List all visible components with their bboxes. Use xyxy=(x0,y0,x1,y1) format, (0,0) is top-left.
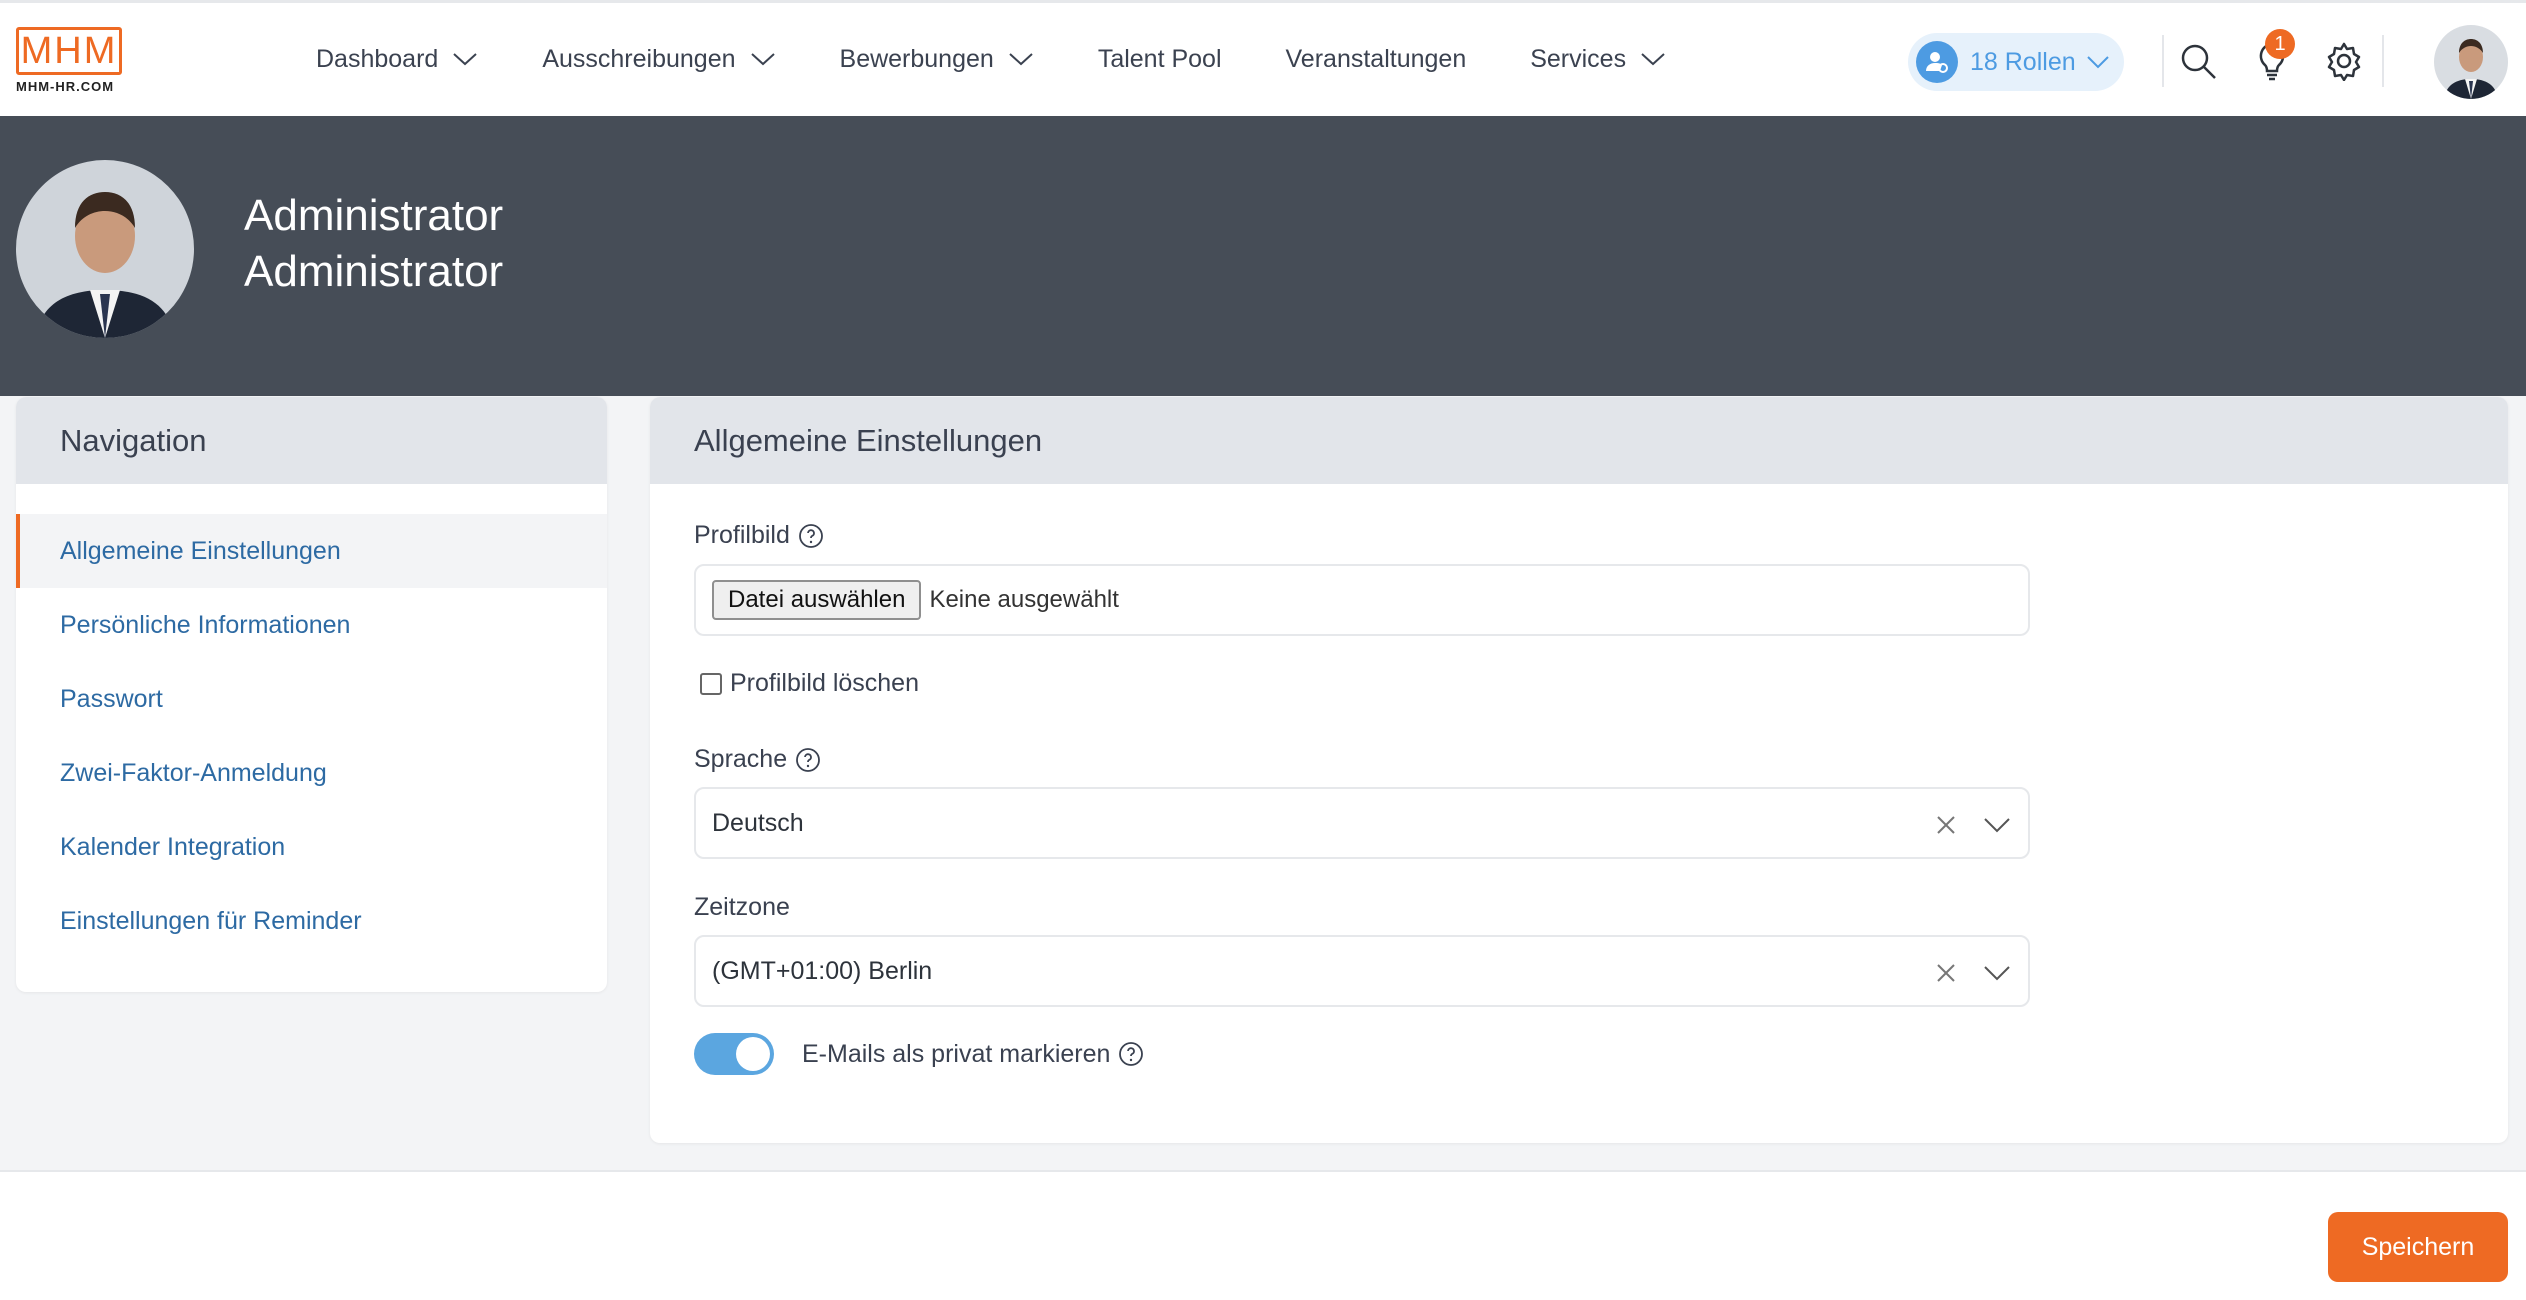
chevron-down-icon xyxy=(453,53,477,66)
logo-mark: MHM xyxy=(20,30,118,72)
profile-name: Administrator Administrator xyxy=(244,188,503,300)
settings-card: Allgemeine Einstellungen Profilbild Date… xyxy=(650,397,2508,1143)
settings-nav-list: Allgemeine Einstellungen Persönliche Inf… xyxy=(16,484,607,958)
nav-services-label: Services xyxy=(1530,44,1627,73)
profile-image-label-row: Profilbild xyxy=(694,521,824,550)
help-icon[interactable] xyxy=(795,747,821,773)
private-mail-toggle[interactable] xyxy=(694,1033,774,1075)
profile-first-name: Administrator xyxy=(244,191,504,240)
nav-veranstaltungen[interactable]: Veranstaltungen xyxy=(1286,45,1467,74)
top-navbar: MHM MHM-HR.COM Dashboard Ausschreibungen… xyxy=(0,0,2526,116)
private-mail-row: E-Mails als privat markieren xyxy=(694,1033,1144,1075)
nav-talent-pool-label: Talent Pool xyxy=(1097,44,1222,73)
sidebar-item-persoenliche-informationen[interactable]: Persönliche Informationen xyxy=(16,588,607,662)
file-status: Keine ausgewählt xyxy=(929,586,1119,613)
nav-bewerbungen[interactable]: Bewerbungen xyxy=(840,45,1034,74)
timezone-value: (GMT+01:00) Berlin xyxy=(712,956,933,985)
chevron-down-icon xyxy=(1009,53,1033,66)
profile-image-label: Profilbild xyxy=(694,521,790,549)
profile-header: Administrator Administrator xyxy=(0,116,2526,396)
roles-dropdown[interactable]: 18 Rollen xyxy=(1908,33,2124,91)
timezone-label: Zeitzone xyxy=(694,893,790,921)
language-label: Sprache xyxy=(694,745,788,773)
nav-services[interactable]: Services xyxy=(1530,45,1666,74)
private-mail-label: E-Mails als privat markieren xyxy=(802,1039,1111,1068)
logo-mark-box: MHM xyxy=(16,27,122,75)
user-avatar[interactable] xyxy=(2434,25,2508,99)
language-value: Deutsch xyxy=(712,808,804,837)
nav-dashboard[interactable]: Dashboard xyxy=(316,45,478,74)
timezone-label-row: Zeitzone xyxy=(694,893,790,922)
help-icon[interactable] xyxy=(798,523,824,549)
settings-card-title: Allgemeine Einstellungen xyxy=(650,397,2508,484)
chevron-down-icon[interactable] xyxy=(1982,963,2012,983)
choose-file-button[interactable]: Datei auswählen xyxy=(712,580,922,620)
profile-last-name: Administrator xyxy=(244,247,504,296)
notification-badge: 1 xyxy=(2265,29,2295,59)
chevron-down-icon[interactable] xyxy=(1982,815,2012,835)
user-gear-icon xyxy=(1916,41,1958,83)
roles-label: 18 Rollen xyxy=(1970,47,2076,76)
sidebar-item-reminder-settings[interactable]: Einstellungen für Reminder xyxy=(16,884,607,958)
private-mail-label-row: E-Mails als privat markieren xyxy=(802,1040,1144,1069)
sidebar-item-zwei-faktor-anmeldung[interactable]: Zwei-Faktor-Anmeldung xyxy=(16,736,607,810)
chevron-down-icon xyxy=(750,53,775,66)
gear-icon[interactable] xyxy=(2322,39,2366,83)
chevron-down-icon xyxy=(2086,56,2109,69)
toolbar-divider xyxy=(2382,35,2384,87)
profile-image-file-input: Datei auswählen Keine ausgewählt xyxy=(694,564,2030,636)
language-label-row: Sprache xyxy=(694,745,821,774)
delete-image-checkbox[interactable] xyxy=(700,672,722,695)
main-nav: Dashboard Ausschreibungen Bewerbungen Ta… xyxy=(316,3,1730,115)
delete-image-row: Profilbild löschen xyxy=(700,669,919,698)
chevron-down-icon xyxy=(1641,53,1665,66)
help-icon[interactable] xyxy=(1118,1041,1144,1067)
nav-ausschreibungen-label: Ausschreibungen xyxy=(542,44,736,73)
nav-ausschreibungen[interactable]: Ausschreibungen xyxy=(542,45,775,74)
clear-icon[interactable] xyxy=(1934,961,1958,985)
action-footer: Speichern xyxy=(0,1170,2526,1300)
toolbar-divider xyxy=(2162,35,2164,87)
profile-avatar xyxy=(16,160,194,338)
clear-icon[interactable] xyxy=(1934,813,1958,837)
sidebar-item-kalender-integration[interactable]: Kalender Integration xyxy=(16,810,607,884)
nav-talent-pool[interactable]: Talent Pool xyxy=(1098,45,1222,74)
sidebar-item-allgemeine-einstellungen[interactable]: Allgemeine Einstellungen xyxy=(16,514,607,588)
sidebar-item-passwort[interactable]: Passwort xyxy=(16,662,607,736)
brand-logo[interactable]: MHM MHM-HR.COM xyxy=(16,27,126,99)
search-icon[interactable] xyxy=(2176,39,2220,83)
nav-veranstaltungen-label: Veranstaltungen xyxy=(1285,44,1467,73)
navigation-card-title: Navigation xyxy=(16,397,607,484)
timezone-select[interactable]: (GMT+01:00) Berlin xyxy=(694,935,2030,1007)
navigation-card: Navigation Allgemeine Einstellungen Pers… xyxy=(16,397,607,992)
toggle-knob xyxy=(736,1037,770,1071)
logo-subtitle: MHM-HR.COM xyxy=(16,79,115,94)
nav-dashboard-label: Dashboard xyxy=(316,44,439,73)
language-select[interactable]: Deutsch xyxy=(694,787,2030,859)
nav-bewerbungen-label: Bewerbungen xyxy=(839,44,994,73)
delete-image-label: Profilbild löschen xyxy=(730,669,919,697)
save-button[interactable]: Speichern xyxy=(2328,1212,2508,1282)
